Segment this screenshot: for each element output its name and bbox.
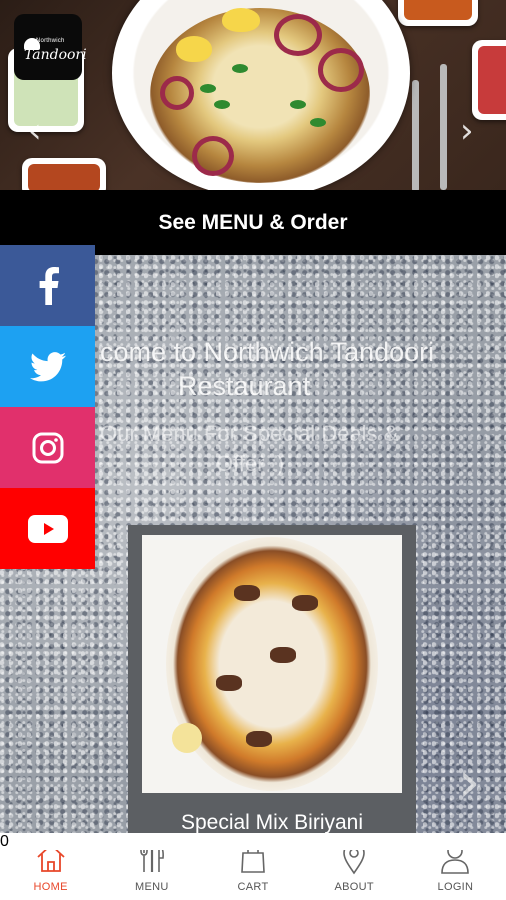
herb [200,84,216,93]
carousel-next-button[interactable]: › [460,114,474,148]
dish-image [142,535,402,793]
lemon [176,36,212,62]
youtube-icon [27,514,68,543]
dish-title: Special Mix Biriyani [180,811,364,833]
lemon [172,723,202,753]
herb [310,118,326,127]
meat-piece [216,675,242,691]
onion [274,14,322,56]
featured-dish-card[interactable]: Special Mix Biriyani [128,525,416,833]
onion [192,136,234,176]
meat-piece [234,585,260,601]
herb [214,100,230,109]
nav-home-label: HOME [33,881,68,893]
nav-about-label: ABOUT [334,881,374,893]
welcome-line-2: Restaurant [178,371,311,401]
logo-small-text: Northwich [36,38,65,44]
biriyani-plate [166,537,378,791]
dish-carousel-next-button[interactable]: › [458,755,480,811]
carousel-prev-button[interactable]: ‹ [28,114,42,148]
lemon [222,8,260,32]
nav-menu-label: MENU [135,881,169,893]
meat-piece [292,595,318,611]
herb [290,100,306,109]
twitter-button[interactable] [0,326,95,407]
welcome-line-1: come to Northwich Tandoori [100,337,435,367]
subtitle-line-2: Offer :) [216,451,285,476]
onion [160,76,194,110]
sauce-bowl [472,40,506,120]
nav-login-label: LOGIN [437,881,474,893]
sauce-bowl [398,0,478,26]
hero-image: Northwich Tandoori ‹ › [0,0,506,190]
facebook-button[interactable] [0,245,95,326]
fork [412,80,419,190]
meat-piece [270,647,296,663]
subtitle-line-1: Our Menu For Special Deals & [100,421,399,446]
cart-count-badge: 0 [0,833,506,850]
onion [318,48,364,92]
fork [440,64,447,190]
restaurant-logo[interactable]: Northwich Tandoori [14,14,87,80]
meat-piece [246,731,272,747]
twitter-icon [29,351,66,381]
instagram-button[interactable] [0,407,95,488]
instagram-icon [32,432,63,463]
social-sidebar [0,245,95,569]
facebook-icon [39,266,59,305]
herb [232,64,248,73]
nav-cart-label: CART [237,881,269,893]
sauce-bowl [22,158,106,190]
logo-text: Tandoori [24,47,87,63]
youtube-button[interactable] [0,488,95,569]
